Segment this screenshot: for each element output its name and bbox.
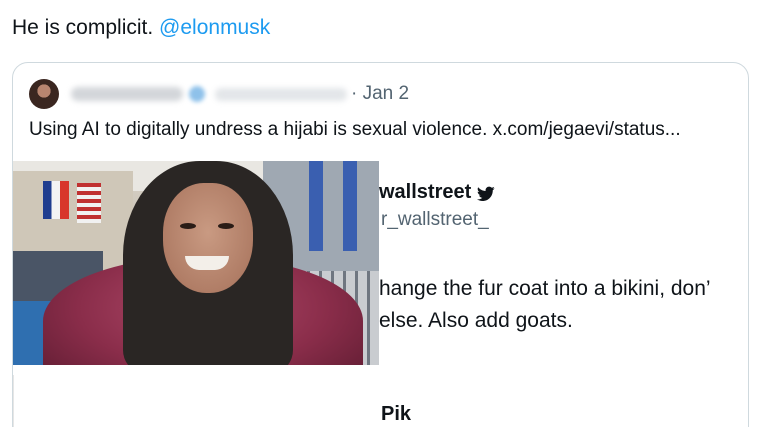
- embedded-display-name: wallstreet: [379, 181, 495, 204]
- embedded-handle: r_wallstreet_: [381, 209, 489, 230]
- tweet-screenshot: He is complicit. @elonmusk · Jan 2 Using…: [0, 0, 760, 427]
- next-author-name: Pik: [381, 403, 412, 425]
- quoted-tweet-date[interactable]: · Jan 2: [351, 83, 409, 105]
- mention-link[interactable]: @elonmusk: [159, 16, 270, 39]
- embedded-text-line-1: hange the fur coat into a bikini, don’: [379, 277, 711, 300]
- embedded-text-line-2: else. Also add goats.: [379, 309, 573, 332]
- divider: [13, 375, 14, 427]
- twitter-bird-icon: [477, 185, 495, 201]
- blurred-display-name: [71, 87, 183, 101]
- quoted-tweet-body: Using AI to digitally undress a hijabi i…: [29, 119, 681, 140]
- tweet-text: He is complicit. @elonmusk: [12, 14, 270, 42]
- embedded-photo: [13, 161, 379, 365]
- embedded-screenshot[interactable]: wallstreet r_wallstreet_ hange the fur c…: [13, 161, 748, 427]
- embedded-tweet-text: hange the fur coat into a bikini, don’ e…: [379, 273, 748, 337]
- avatar[interactable]: [29, 79, 59, 109]
- verified-badge-icon: [189, 86, 205, 102]
- blurred-handle: [215, 87, 347, 101]
- embedded-display-name-text: wallstreet: [379, 181, 472, 203]
- quoted-tweet-card[interactable]: · Jan 2 Using AI to digitally undress a …: [12, 62, 749, 427]
- quoted-tweet-header: · Jan 2: [29, 77, 409, 111]
- tweet-text-body: He is complicit.: [12, 16, 154, 39]
